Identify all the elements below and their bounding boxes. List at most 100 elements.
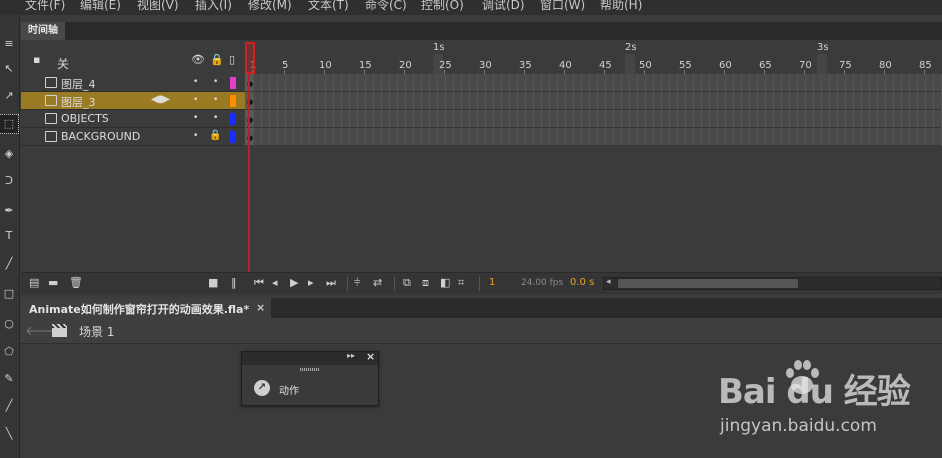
menu-item[interactable]: 命令(C) xyxy=(365,0,407,13)
layer-options-icon[interactable]: ▪ xyxy=(33,53,40,66)
onion-skin-icon[interactable]: ⧉ xyxy=(403,276,411,290)
layer-visibility-toggle[interactable]: • xyxy=(193,77,198,87)
baidu-jingyan-watermark: Bai du 经验 jingyan.baidu.com xyxy=(718,352,938,452)
frame-number: 40 xyxy=(559,60,572,71)
close-panel-icon[interactable]: × xyxy=(366,350,375,363)
close-document-icon[interactable]: × xyxy=(256,301,265,314)
panel-grip-icon[interactable] xyxy=(300,368,320,371)
delete-layer-icon[interactable]: 🗑 xyxy=(69,276,83,289)
layer-outline-color[interactable] xyxy=(230,131,236,143)
new-layer-icon[interactable]: ▤ xyxy=(29,276,39,289)
layer-visibility-toggle[interactable]: • xyxy=(193,95,198,105)
layer-outline-color[interactable] xyxy=(230,95,236,107)
menu-item[interactable]: 帮助(H) xyxy=(600,0,642,13)
show-hide-all-icon[interactable]: 👁 xyxy=(191,53,205,66)
menu-item[interactable]: 插入(I) xyxy=(195,0,232,13)
loop-icon[interactable]: ⇄ xyxy=(373,276,382,289)
frame-number: 35 xyxy=(519,60,532,71)
layer-name[interactable]: 图层_4 xyxy=(61,76,96,92)
edit-multiple-frames-icon[interactable]: ◧ xyxy=(440,276,450,289)
layer-tween-arrows-icon[interactable]: ◀▮▶ xyxy=(151,94,170,105)
frames-grid[interactable]: ● ● ● ● xyxy=(245,74,942,146)
document-tab[interactable]: Animate如何制作窗帘打开的动画效果.fla* × xyxy=(21,298,271,318)
toolbar-menu-icon[interactable]: ≡ xyxy=(0,35,18,53)
menu-item[interactable]: 视图(V) xyxy=(137,0,179,13)
layer-lock-toggle[interactable]: • xyxy=(213,77,218,87)
lock-all-icon[interactable]: 🔒 xyxy=(210,53,224,66)
tab-timeline[interactable]: 时间轴 xyxy=(21,22,65,40)
menu-item[interactable]: 窗口(W) xyxy=(540,0,585,13)
menu-item[interactable]: 文本(T) xyxy=(308,0,349,13)
layer-row[interactable]: OBJECTS • • xyxy=(21,110,245,128)
outline-all-icon[interactable]: ▯ xyxy=(229,53,235,66)
pencil-tool-icon[interactable]: ╱ xyxy=(0,397,18,415)
layer-lock-icon[interactable]: 🔒 xyxy=(209,130,221,141)
lasso-tool-icon[interactable]: ᑐ xyxy=(0,172,18,190)
rectangle-tool-icon[interactable]: □ xyxy=(0,285,18,303)
frame-number: 15 xyxy=(359,60,372,71)
brush-tool-icon[interactable]: ✎ xyxy=(0,370,18,388)
layer-row[interactable]: BACKGROUND • 🔒 xyxy=(21,128,245,146)
subselection-tool-icon[interactable]: ↗ xyxy=(0,87,18,105)
layer-name[interactable]: BACKGROUND xyxy=(61,130,140,143)
polystar-tool-icon[interactable]: ⬠ xyxy=(0,343,18,361)
actions-label[interactable]: 动作 xyxy=(279,382,299,397)
layers-header-label: 关 xyxy=(57,57,70,71)
layer-row[interactable]: 图层_3 ◀▮▶ • • xyxy=(21,92,245,110)
layer-visibility-toggle[interactable]: • xyxy=(193,113,198,123)
panel-grip-icon: ‖ xyxy=(231,276,237,289)
line-tool-icon[interactable]: ╱ xyxy=(0,255,18,273)
layer-icon xyxy=(45,113,57,124)
menu-item[interactable]: 控制(O) xyxy=(421,0,464,13)
timeline-horizontal-scrollbar[interactable]: ◂ xyxy=(603,277,942,290)
actions-panel[interactable]: ▸▸ × ↗ 动作 xyxy=(241,350,379,406)
layer-lock-toggle[interactable]: • xyxy=(213,113,218,123)
modify-markers-icon[interactable]: ⌗ xyxy=(458,276,464,290)
onion-outline-icon[interactable]: ⧈ xyxy=(422,276,429,290)
scroll-left-icon[interactable]: ◂ xyxy=(606,277,611,287)
menu-item[interactable]: 调试(D) xyxy=(482,0,525,13)
play-icon[interactable]: ▶ xyxy=(290,276,298,289)
menu-item[interactable]: 文件(F) xyxy=(25,0,65,13)
layer-name[interactable]: OBJECTS xyxy=(61,112,109,125)
center-frame-icon[interactable]: ⫩ xyxy=(354,276,360,290)
second-label: 2s xyxy=(625,42,637,53)
collapse-panel-icon[interactable]: ▸▸ xyxy=(347,351,355,360)
prev-frame-icon[interactable]: ◂ xyxy=(272,276,278,289)
frame-number: 5 xyxy=(282,60,289,71)
frame-ruler[interactable]: 1s 2s 3s 1 5 10 15 20 25 30 35 40 45 50 55 60 65 70 75 80 85 xyxy=(245,40,942,74)
next-frame-icon[interactable]: ▸ xyxy=(308,276,314,289)
camera-icon[interactable]: ■ xyxy=(208,276,218,289)
layer-icon xyxy=(45,77,57,88)
menu-item[interactable]: 修改(M) xyxy=(248,0,292,13)
first-frame-icon[interactable]: ⏮ xyxy=(254,276,264,290)
last-frame-icon[interactable]: ⏭ xyxy=(326,276,336,290)
layer-outline-color[interactable] xyxy=(230,113,236,125)
pen-tool-icon[interactable]: ✒ xyxy=(0,202,18,220)
frame-number: 55 xyxy=(679,60,692,71)
playhead-handle[interactable] xyxy=(245,42,255,74)
second-marker xyxy=(625,54,635,74)
layer-visibility-toggle[interactable]: • xyxy=(193,131,198,141)
scene-label[interactable]: 场景 1 xyxy=(79,323,114,340)
new-folder-icon[interactable]: ▬ xyxy=(48,276,58,289)
selection-tool-icon[interactable]: ↖ xyxy=(0,60,18,78)
layer-row[interactable]: 图层_4 • • xyxy=(21,74,245,92)
frame-number: 25 xyxy=(439,60,452,71)
document-tab-label: Animate如何制作窗帘打开的动画效果.fla* xyxy=(29,303,250,316)
layer-lock-toggle[interactable]: • xyxy=(213,95,218,105)
actions-icon[interactable]: ↗ xyxy=(254,380,270,396)
current-frame[interactable]: 1 xyxy=(489,277,495,288)
text-tool-icon[interactable]: T xyxy=(0,227,18,245)
layer-name[interactable]: 图层_3 xyxy=(61,94,96,110)
actions-panel-titlebar[interactable]: ▸▸ × xyxy=(242,350,378,365)
3d-rotation-tool-icon[interactable]: ◈ xyxy=(0,145,18,163)
frame-number: 70 xyxy=(799,60,812,71)
free-transform-tool-icon[interactable]: ⬚ xyxy=(0,114,19,134)
scrollbar-thumb[interactable] xyxy=(618,279,798,288)
frame-rate[interactable]: 24.00 fps xyxy=(521,278,563,288)
eyedropper-tool-icon[interactable]: ╲ xyxy=(0,425,18,443)
menu-item[interactable]: 编辑(E) xyxy=(80,0,121,13)
oval-tool-icon[interactable]: ○ xyxy=(0,315,18,333)
layer-outline-color[interactable] xyxy=(230,77,236,89)
